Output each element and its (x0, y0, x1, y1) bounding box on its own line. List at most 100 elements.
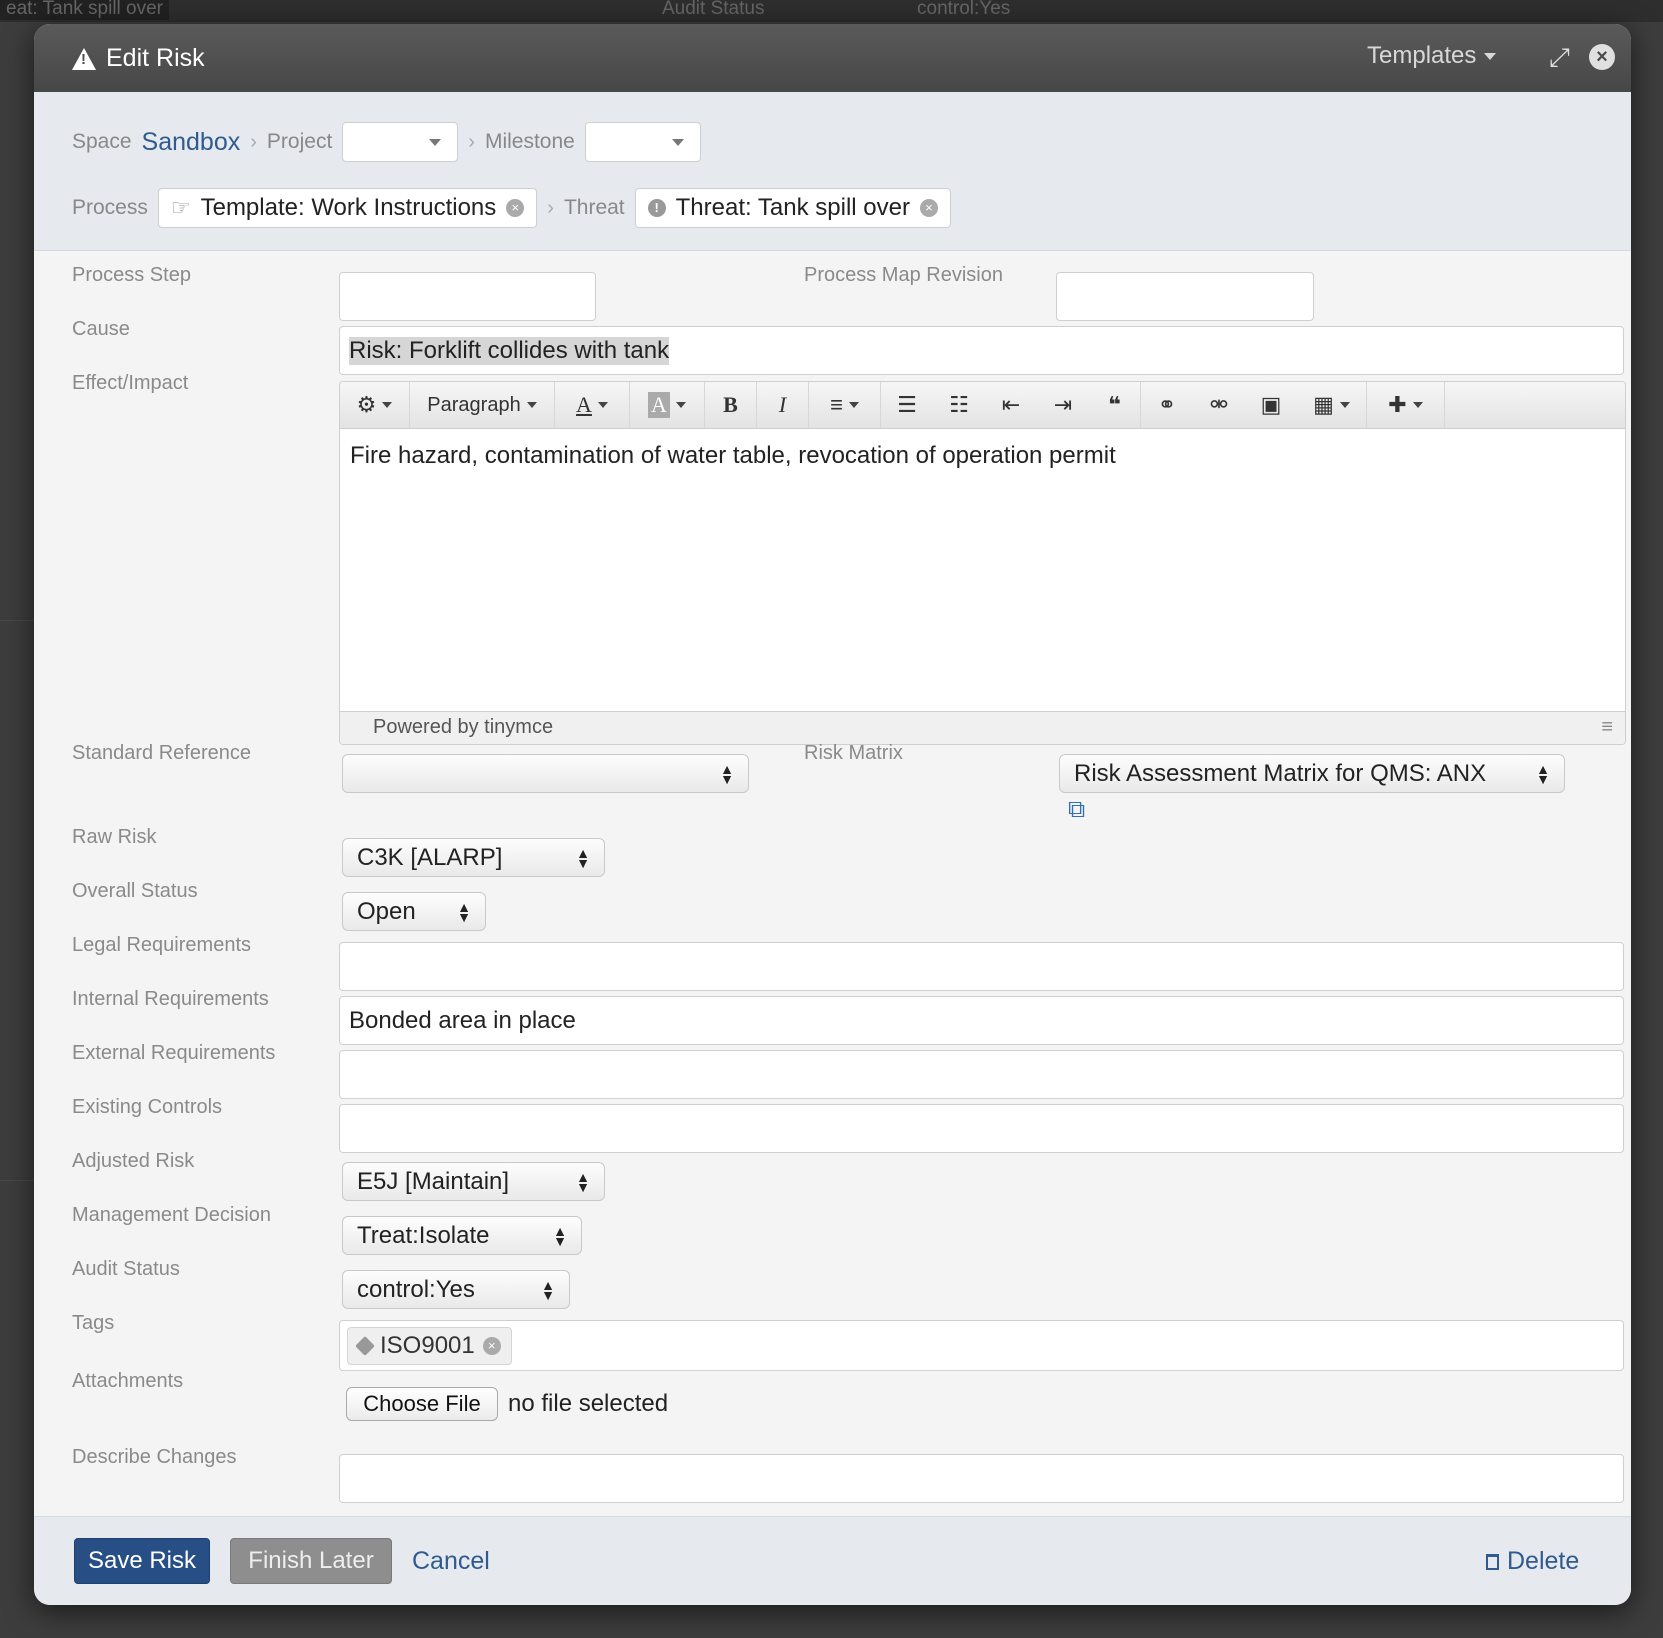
text-color-button[interactable]: A (555, 382, 630, 428)
templates-dropdown[interactable]: Templates (1367, 42, 1497, 70)
warning-icon (72, 47, 96, 70)
bold-icon[interactable]: B (705, 382, 757, 428)
describe-changes-label: Describe Changes (72, 1446, 237, 1468)
tags-label: Tags (72, 1312, 115, 1334)
table-menu-button[interactable]: ▦ (1297, 382, 1367, 428)
legal-requirements-input[interactable] (339, 942, 1624, 991)
updown-arrows-icon: ▲ ▼ (457, 898, 471, 925)
chevron-down-icon (675, 402, 686, 408)
standard-reference-label: Standard Reference (72, 742, 252, 764)
adjusted-risk-select[interactable]: E5J [Maintain] ▲ ▼ (342, 1162, 605, 1201)
italic-icon[interactable]: I (757, 382, 809, 428)
remove-icon[interactable]: × (506, 199, 525, 217)
save-risk-button[interactable]: Save Risk (74, 1538, 210, 1584)
close-icon[interactable]: × (1589, 44, 1615, 70)
management-decision-label: Management Decision (72, 1204, 271, 1226)
overall-status-value: Open (357, 897, 416, 925)
remove-icon[interactable]: × (919, 199, 938, 217)
attachments-label: Attachments (72, 1370, 184, 1392)
cause-label: Cause (72, 318, 130, 340)
threat-chip[interactable]: ! Threat: Tank spill over × (634, 188, 951, 228)
updown-arrows-icon: ▲ ▼ (541, 1276, 555, 1303)
numbered-list-icon[interactable]: ☷ (933, 382, 985, 428)
process-map-revision-label: Process Map Revision (804, 264, 1003, 286)
templates-label: Templates (1367, 42, 1477, 69)
adjusted-risk-value: E5J [Maintain] (357, 1167, 510, 1195)
process-map-revision-input[interactable] (1056, 272, 1314, 321)
gear-icon: ⚙ (356, 392, 377, 417)
resize-handle-icon[interactable]: ≡ (1601, 716, 1613, 739)
align-menu-button[interactable]: ≡ (809, 382, 881, 428)
remove-icon[interactable]: × (482, 1337, 501, 1355)
audit-status-select[interactable]: control:Yes ▲ ▼ (342, 1270, 570, 1309)
cancel-link[interactable]: Cancel (412, 1547, 490, 1576)
space-link[interactable]: Sandbox (142, 128, 241, 157)
image-icon[interactable]: ▣ (1245, 382, 1297, 428)
background-audit-value: control:Yes (917, 0, 1011, 19)
effect-label: Effect/Impact (72, 372, 189, 394)
dialog-title-text: Edit Risk (106, 44, 205, 72)
external-link-icon[interactable]: ⧉ (1068, 796, 1085, 824)
powered-by-text: Powered by tinymce (373, 716, 554, 738)
process-step-input[interactable] (339, 272, 596, 321)
overall-status-label: Overall Status (72, 880, 198, 902)
background-divider (0, 620, 34, 621)
cause-input[interactable]: Risk: Forklift collides with tank (339, 326, 1624, 375)
choose-file-button[interactable]: Choose File (346, 1387, 498, 1421)
external-requirements-label: External Requirements (72, 1042, 276, 1064)
outdent-icon[interactable]: ⇤ (985, 382, 1037, 428)
internal-requirements-input[interactable]: Bonded area in place (339, 996, 1624, 1045)
space-label: Space (72, 130, 132, 153)
blockquote-icon[interactable]: ❝ (1089, 382, 1141, 428)
tags-input[interactable] (339, 1320, 1624, 1371)
standard-reference-select[interactable]: ▲ ▼ (342, 754, 749, 793)
process-threat-row: Process ☞ Template: Work Instructions × … (72, 188, 951, 228)
effect-rich-text-editor[interactable]: ⚙ Paragraph A A B I ≡ ☰ ☷ ⇤ ⇥ ❝ ⚭ ⚮ ▣ ▦ … (339, 381, 1626, 745)
plugins-menu-button[interactable]: ✚ (1367, 382, 1445, 428)
bullet-list-icon[interactable]: ☰ (881, 382, 933, 428)
finish-later-button[interactable]: Finish Later (230, 1538, 392, 1584)
edit-risk-dialog: Edit Risk Templates ⤢ × Space Sandbox › … (34, 24, 1631, 1605)
raw-risk-select[interactable]: C3K [ALARP] ▲ ▼ (342, 838, 605, 877)
milestone-select[interactable] (584, 122, 701, 162)
raw-risk-label: Raw Risk (72, 826, 157, 848)
existing-controls-label: Existing Controls (72, 1096, 223, 1118)
chevron-right-icon: › (468, 130, 475, 153)
threat-label: Threat (563, 196, 625, 219)
delete-link[interactable]: Delete (1486, 1547, 1579, 1576)
paragraph-format-select[interactable]: Paragraph (410, 382, 555, 428)
external-requirements-input[interactable] (339, 1050, 1624, 1099)
paragraph-format-label: Paragraph (427, 393, 521, 416)
project-select[interactable] (342, 122, 459, 162)
process-chip[interactable]: ☞ Template: Work Instructions × (157, 188, 538, 228)
settings-menu-button[interactable]: ⚙ (340, 382, 410, 428)
tag-chip[interactable]: ISO9001 × (347, 1327, 512, 1365)
editor-content[interactable]: Fire hazard, contamination of water tabl… (350, 442, 1116, 470)
updown-arrows-icon: ▲ ▼ (576, 1168, 590, 1195)
management-decision-value: Treat:Isolate (357, 1221, 490, 1249)
management-decision-select[interactable]: Treat:Isolate ▲ ▼ (342, 1216, 582, 1255)
background-header-row: eat: Tank spill over Audit Status contro… (0, 0, 1663, 22)
trash-icon (1486, 1554, 1499, 1570)
background-color-button[interactable]: A (630, 382, 705, 428)
updown-arrows-icon: ▲ ▼ (1536, 760, 1550, 787)
adjusted-risk-label: Adjusted Risk (72, 1150, 195, 1172)
threat-chip-text: Threat: Tank spill over (675, 194, 910, 221)
breadcrumb: Space Sandbox › Project › Milestone (72, 122, 701, 162)
updown-arrows-icon: ▲ ▼ (720, 760, 734, 787)
tag-icon (355, 1336, 375, 1356)
risk-matrix-label: Risk Matrix (804, 742, 903, 764)
existing-controls-input[interactable] (339, 1104, 1624, 1153)
risk-matrix-select[interactable]: Risk Assessment Matrix for QMS: ANX ▲ ▼ (1059, 754, 1565, 793)
chevron-down-icon (1339, 402, 1350, 408)
link-icon[interactable]: ⚭ (1141, 382, 1193, 428)
describe-changes-input[interactable] (339, 1454, 1624, 1503)
indent-icon[interactable]: ⇥ (1037, 382, 1089, 428)
puzzle-icon: ✚ (1388, 392, 1407, 417)
expand-icon[interactable]: ⤢ (1549, 44, 1575, 70)
file-status-text: no file selected (508, 1390, 669, 1417)
background-color-icon: A (648, 392, 670, 418)
legal-requirements-label: Legal Requirements (72, 934, 251, 956)
overall-status-select[interactable]: Open ▲ ▼ (342, 892, 486, 931)
unlink-icon[interactable]: ⚮ (1193, 382, 1245, 428)
